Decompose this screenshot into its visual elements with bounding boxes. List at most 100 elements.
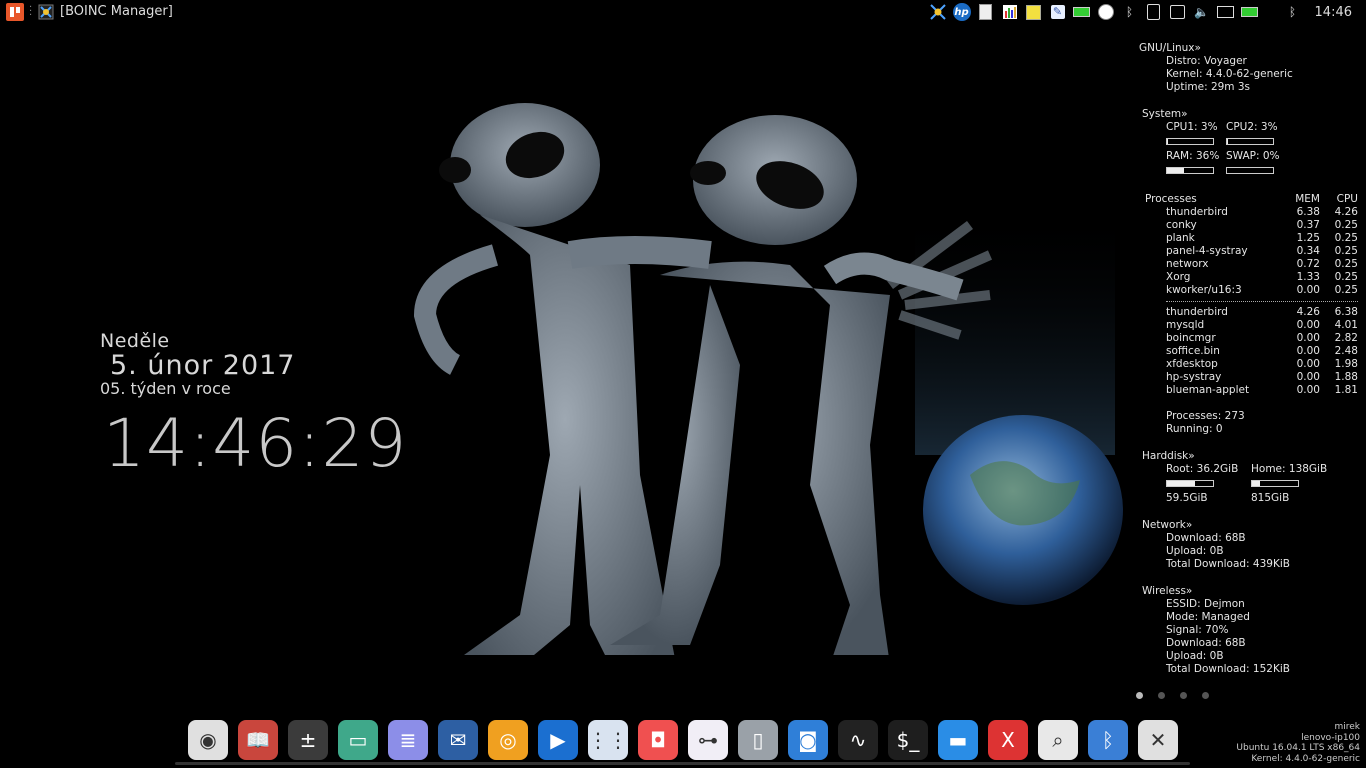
display-icon[interactable] — [1169, 3, 1187, 21]
process-name: mysqld — [1166, 319, 1205, 331]
document-icon[interactable] — [977, 3, 995, 21]
process-cpu: 0.25 — [1334, 271, 1358, 283]
process-cpu: 4.26 — [1334, 206, 1358, 218]
desktop-icon[interactable]: ▬ — [938, 720, 978, 760]
process-cpu: 0.25 — [1334, 245, 1358, 257]
root-size: 59.5GiB — [1166, 492, 1208, 504]
process-mem: 0.00 — [1296, 332, 1320, 344]
section-header: Wireless» — [1142, 585, 1193, 597]
process-mem: 1.25 — [1296, 232, 1320, 244]
active-window-title[interactable]: [BOINC Manager] — [60, 4, 173, 19]
trash-icon[interactable]: ▯ — [738, 720, 778, 760]
bluetooth-app-icon[interactable]: ᛒ — [1088, 720, 1128, 760]
process-name: Xorg — [1166, 271, 1191, 283]
top-mem-list: thunderbird 4.26 6.38 mysqld 0.00 4.01 boincmg… — [1138, 306, 1363, 397]
process-cpu: 0.25 — [1334, 232, 1358, 244]
workspace-2[interactable] — [1158, 692, 1165, 699]
timer-icon[interactable] — [1097, 3, 1115, 21]
process-row: mysqld 0.00 4.01 — [1138, 319, 1363, 332]
processes-title: Processes — [1145, 193, 1197, 205]
hp-icon[interactable]: hp — [952, 3, 971, 21]
harddisk-section: Harddisk» Root: 36.2GiB 59.5GiB Home: 13… — [1138, 450, 1363, 505]
files-icon[interactable]: ▭ — [338, 720, 378, 760]
xnview-icon[interactable]: ◎ — [488, 720, 528, 760]
calculator-icon[interactable]: ± — [288, 720, 328, 760]
boinc-tray-icon[interactable] — [929, 3, 947, 21]
wireless-mode: Mode: Managed — [1166, 611, 1250, 623]
distro-text: Distro: Voyager — [1166, 55, 1247, 67]
bluetooth-icon[interactable]: ᛒ — [1121, 3, 1139, 21]
pen-icon[interactable]: ✎ — [1049, 3, 1067, 21]
dock-shelf — [175, 762, 1190, 765]
battery-icon[interactable] — [1241, 3, 1259, 21]
workspace-4[interactable] — [1202, 692, 1209, 699]
process-cpu: 1.98 — [1334, 358, 1358, 370]
settings-toggle-icon[interactable]: ⊶ — [688, 720, 728, 760]
swap-text: SWAP: 0% — [1226, 150, 1280, 162]
mail-icon[interactable] — [1217, 3, 1235, 21]
dock: ◉ 📖 ± ▭ ≣ ✉ ◎ ▶ ⋮⋮ ◘ ⊶ ▯ ◙ ∿ $_ ▬ X ⌕ ᛒ ✕ — [180, 712, 1186, 768]
system-info: mirek lenovo-ip100 Ubuntu 16.04.1 LTS x8… — [1236, 722, 1360, 764]
chart-icon[interactable] — [1001, 3, 1019, 21]
battery-icon[interactable] — [1073, 3, 1091, 21]
panel-clock[interactable]: 14:46 — [1315, 5, 1352, 20]
network-download: Download: 68B — [1166, 532, 1246, 544]
processes-total: Processes: 273 — [1166, 410, 1245, 422]
wireless-section: Wireless» ESSID: Dejmon Mode: Managed Si… — [1138, 585, 1363, 676]
desktop-clock: 14:46:29 — [103, 405, 408, 482]
search-icon[interactable]: ⌕ — [1038, 720, 1078, 760]
workspace-1[interactable] — [1136, 692, 1143, 699]
ram-bar — [1166, 167, 1214, 174]
home-size: 815GiB — [1251, 492, 1290, 504]
process-mem: 0.00 — [1296, 284, 1320, 296]
process-row: plank 1.25 0.25 — [1138, 232, 1363, 245]
app-menu-icon[interactable] — [6, 3, 24, 21]
process-cpu: 1.81 — [1334, 384, 1358, 396]
xfd-icon[interactable]: X — [988, 720, 1028, 760]
process-row: thunderbird 4.26 6.38 — [1138, 306, 1363, 319]
process-row: blueman-applet 0.00 1.81 — [1138, 384, 1363, 397]
root-fill — [1167, 481, 1196, 486]
cpu1-text: CPU1: 3% — [1166, 121, 1218, 133]
process-mem: 0.72 — [1296, 258, 1320, 270]
process-row: panel-4-systray 0.34 0.25 — [1138, 245, 1363, 258]
section-header: GNU/Linux» — [1139, 42, 1201, 54]
screenshot-icon[interactable]: ◙ — [788, 720, 828, 760]
root-bar — [1166, 480, 1214, 487]
top-cpu-list: thunderbird 6.38 4.26 conky 0.37 0.25 plank 1.2… — [1138, 206, 1363, 297]
wireless-essid: ESSID: Dejmon — [1166, 598, 1245, 610]
process-cpu: 2.48 — [1334, 345, 1358, 357]
thunderbird-icon[interactable]: ✉ — [438, 720, 478, 760]
process-name: thunderbird — [1166, 306, 1228, 318]
chrome-icon[interactable]: ◉ — [188, 720, 228, 760]
text-editor-icon[interactable]: ≣ — [388, 720, 428, 760]
process-name: plank — [1166, 232, 1195, 244]
processes-section: Processes MEM CPU thunderbird 6.38 4.26 con… — [1138, 193, 1363, 436]
book-reader-icon[interactable]: 📖 — [238, 720, 278, 760]
process-name: thunderbird — [1166, 206, 1228, 218]
volume-icon[interactable]: 🔈 — [1193, 3, 1211, 21]
wireless-upload: Upload: 0B — [1166, 650, 1224, 662]
clipboard-icon[interactable] — [1145, 3, 1163, 21]
ram-fill — [1167, 168, 1184, 173]
notes-icon[interactable] — [1025, 3, 1043, 21]
day-name: Neděle — [100, 330, 170, 352]
process-row: thunderbird 6.38 4.26 — [1138, 206, 1363, 219]
workspace-switcher — [1136, 692, 1224, 699]
app-grid-icon[interactable]: ⋮⋮ — [588, 720, 628, 760]
section-header: Network» — [1142, 519, 1193, 531]
terminal-icon[interactable]: $_ — [888, 720, 928, 760]
bluetooth-icon[interactable]: ᛒ — [1284, 3, 1302, 21]
screen-recorder-icon[interactable]: ◘ — [638, 720, 678, 760]
system-monitor-icon[interactable]: ∿ — [838, 720, 878, 760]
boinc-icon[interactable]: ✕ — [1138, 720, 1178, 760]
kernel-name: Kernel: 4.4.0-62-generic — [1251, 753, 1360, 764]
process-row: networx 0.72 0.25 — [1138, 258, 1363, 271]
process-row: hp-systray 0.00 1.88 — [1138, 371, 1363, 384]
media-player-icon[interactable]: ▶ — [538, 720, 578, 760]
process-name: networx — [1166, 258, 1209, 270]
boinc-window-icon[interactable] — [38, 4, 54, 20]
cpu-column-label: CPU — [1336, 193, 1358, 205]
workspace-3[interactable] — [1180, 692, 1187, 699]
home-fill — [1252, 481, 1260, 486]
